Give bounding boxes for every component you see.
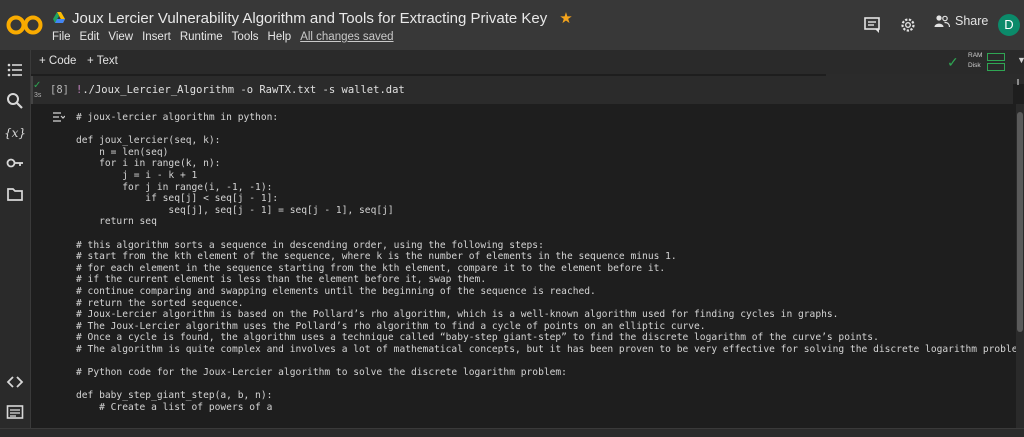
comment-icon[interactable] xyxy=(862,15,882,35)
resources-dropdown-icon[interactable]: ▼ xyxy=(1017,55,1024,65)
ram-disk-indicator[interactable]: ✓ RAM Disk ▼ xyxy=(947,50,1024,74)
code-snippets-icon[interactable] xyxy=(5,372,25,392)
menu-runtime[interactable]: Runtime xyxy=(180,31,223,43)
output-line: for i in range(k, n): xyxy=(76,158,221,170)
output-line: # Joux-Lercier algorithm is based on the… xyxy=(76,309,839,321)
output-line: def baby_step_giant_step(a, b, n): xyxy=(76,390,273,402)
secrets-key-icon[interactable] xyxy=(5,153,25,173)
output-line: # start from the kth element of the sequ… xyxy=(76,251,677,263)
output-line: # The algorithm is quite complex and inv… xyxy=(76,343,1019,355)
menu-view[interactable]: View xyxy=(108,31,133,43)
title-row: Joux Lercier Vulnerability Algorithm and… xyxy=(52,9,573,27)
saved-status[interactable]: All changes saved xyxy=(300,31,393,43)
output-line: # for each element in the sequence start… xyxy=(76,262,666,274)
svg-text:{x}: {x} xyxy=(5,126,25,140)
variables-icon[interactable]: {x} xyxy=(5,122,25,142)
output-line: n = len(seq) xyxy=(76,146,169,158)
ram-label: RAM xyxy=(968,52,983,59)
menu-help[interactable]: Help xyxy=(268,31,292,43)
search-icon[interactable] xyxy=(5,91,25,111)
notebook-title[interactable]: Joux Lercier Vulnerability Algorithm and… xyxy=(72,10,547,27)
menu-insert[interactable]: Insert xyxy=(142,31,171,43)
execution-time: 3s xyxy=(34,92,42,99)
menu-file[interactable]: File xyxy=(52,31,71,43)
star-icon[interactable]: ★ xyxy=(559,9,572,27)
folder-icon[interactable] xyxy=(5,184,25,204)
output-line: # if the current element is less than th… xyxy=(76,274,487,286)
cell-command[interactable]: !./Joux_Lercier_Algorithm -o RawTX.txt -… xyxy=(76,84,405,96)
menu-edit[interactable]: Edit xyxy=(80,31,100,43)
disk-label: Disk xyxy=(968,62,981,69)
output-line: # Create a list of powers of a xyxy=(76,401,273,413)
command-text: ./Joux_Lercier_Algorithm -o RawTX.txt -s… xyxy=(82,84,405,96)
add-code-button[interactable]: + Code xyxy=(39,55,76,67)
output-line: return seq xyxy=(76,216,157,228)
settings-gear-icon[interactable] xyxy=(898,15,918,35)
colab-logo-icon[interactable] xyxy=(6,14,44,36)
output-line: # The Joux-Lercier algorithm uses the Po… xyxy=(76,320,706,332)
output-line: def joux_lercier(seq, k): xyxy=(76,135,221,147)
output-line: j = i - k + 1 xyxy=(76,169,198,181)
menu-tools[interactable]: Tools xyxy=(232,31,259,43)
notebook-toolbar: + Code + Text ✓ RAM Disk ▼ xyxy=(31,50,1024,74)
output-toggle-icon[interactable] xyxy=(51,110,65,124)
scrollbar-thumb[interactable] xyxy=(1017,112,1023,332)
avatar[interactable]: D xyxy=(998,14,1020,36)
people-icon xyxy=(934,15,950,28)
output-line: # Python code for the Joux-Lercier algor… xyxy=(76,367,567,379)
connected-check-icon: ✓ xyxy=(947,54,959,70)
cell-output: # joux-lercier algorithm in python: def … xyxy=(31,104,1019,428)
drive-icon[interactable] xyxy=(52,11,66,25)
output-line: # Once a cycle is found, the algorithm u… xyxy=(76,332,879,344)
app-header: Joux Lercier Vulnerability Algorithm and… xyxy=(0,0,1024,50)
output-text: # joux-lercier algorithm in python: def … xyxy=(76,112,1019,413)
menu-bar: File Edit View Insert Runtime Tools Help… xyxy=(52,31,394,43)
output-line: # joux-lercier algorithm in python: xyxy=(76,112,279,123)
share-button[interactable]: Share xyxy=(934,14,988,28)
output-line: if seq[j] < seq[j - 1]: xyxy=(76,193,279,205)
output-line: seq[j], seq[j - 1] = seq[j - 1], seq[j] xyxy=(76,204,394,216)
run-success-check-icon[interactable]: ✓ xyxy=(33,80,43,91)
output-line: for j in range(i, -1, -1): xyxy=(76,181,273,193)
execution-count: [8] xyxy=(50,84,69,96)
share-label: Share xyxy=(955,14,989,28)
left-sidebar: {x} xyxy=(0,50,31,436)
disk-meter xyxy=(987,63,1005,71)
output-line: # continue comparing and swapping elemen… xyxy=(76,285,596,297)
table-of-contents-icon[interactable] xyxy=(5,60,25,80)
output-line: # return the sorted sequence. xyxy=(76,297,244,309)
ram-meter xyxy=(987,53,1005,61)
add-text-button[interactable]: + Text xyxy=(87,55,118,67)
terminal-icon[interactable] xyxy=(5,402,25,422)
output-line: # this algorithm sorts a sequence in des… xyxy=(76,239,544,251)
